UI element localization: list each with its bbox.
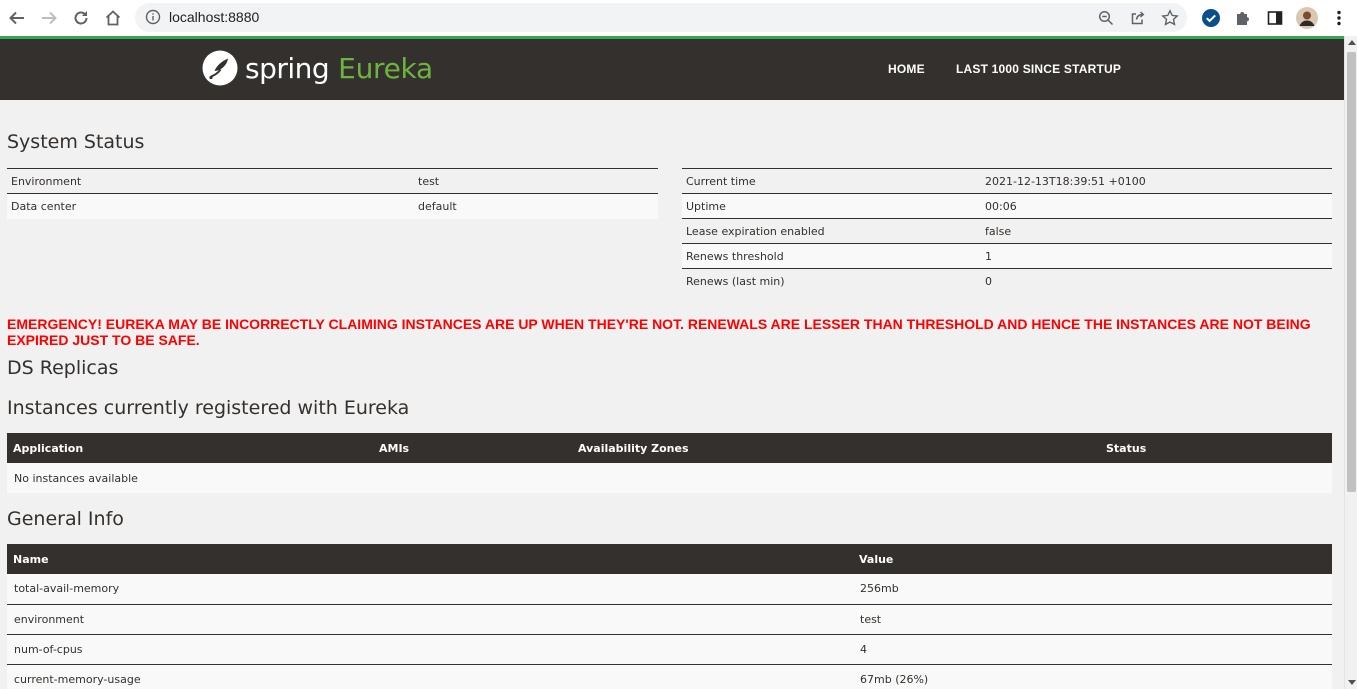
table-row: total-avail-memory 256mb bbox=[7, 574, 1332, 604]
home-icon[interactable] bbox=[101, 6, 125, 30]
general-info-table: Name Value total-avail-memory 256mb envi… bbox=[7, 544, 1332, 689]
info-value: 256mb bbox=[853, 574, 1332, 604]
info-name: total-avail-memory bbox=[7, 574, 853, 604]
avatar[interactable] bbox=[1296, 7, 1318, 29]
brand-eureka: Eureka bbox=[338, 51, 433, 85]
info-icon[interactable] bbox=[145, 9, 161, 25]
scroll-down-icon[interactable] bbox=[1348, 680, 1356, 685]
column-header: Status bbox=[1100, 433, 1332, 463]
nav-home-link[interactable]: HOME bbox=[888, 62, 925, 76]
nav-last1000-link[interactable]: LAST 1000 SINCE STARTUP bbox=[956, 62, 1121, 76]
reload-icon[interactable] bbox=[69, 6, 93, 30]
table-row: Environment test bbox=[7, 168, 658, 194]
star-icon[interactable] bbox=[1161, 9, 1179, 27]
status-value: 2021-12-13T18:39:51 +0100 bbox=[981, 168, 1332, 194]
info-value: 67mb (26%) bbox=[853, 663, 1332, 689]
status-value: default bbox=[414, 193, 658, 219]
system-status-right-table: Current time 2021-12-13T18:39:51 +0100 U… bbox=[682, 168, 1332, 294]
status-value: 0 bbox=[981, 268, 1332, 294]
info-value: test bbox=[853, 603, 1332, 634]
table-row: Uptime 00:06 bbox=[682, 193, 1332, 219]
status-label: Renews threshold bbox=[682, 243, 981, 269]
forward-icon[interactable] bbox=[37, 6, 61, 30]
ds-replicas-heading: DS Replicas bbox=[7, 357, 119, 379]
zoom-icon[interactable] bbox=[1097, 9, 1115, 27]
navbar: spring Eureka HOME LAST 1000 SINCE START… bbox=[0, 39, 1344, 100]
brand-logo[interactable]: spring Eureka bbox=[201, 48, 433, 88]
emergency-warning: EMERGENCY! EUREKA MAY BE INCORRECTLY CLA… bbox=[7, 316, 1311, 348]
table-row: num-of-cpus 4 bbox=[7, 633, 1332, 664]
table-row: environment test bbox=[7, 603, 1332, 634]
table-row: Lease expiration enabled false bbox=[682, 218, 1332, 244]
info-value: 4 bbox=[853, 633, 1332, 664]
status-label: Current time bbox=[682, 168, 981, 194]
empty-message: No instances available bbox=[7, 463, 1332, 493]
column-header: Availability Zones bbox=[572, 433, 1100, 463]
browser-toolbar: localhost:8880 bbox=[0, 0, 1357, 36]
status-label: Lease expiration enabled bbox=[682, 218, 981, 244]
table-header-row: Name Value bbox=[7, 544, 1332, 574]
share-icon[interactable] bbox=[1129, 9, 1147, 27]
status-label: Uptime bbox=[682, 193, 981, 219]
table-row: Renews (last min) 0 bbox=[682, 268, 1332, 294]
brand-spring: spring bbox=[245, 51, 330, 85]
system-status-heading: System Status bbox=[7, 131, 145, 153]
info-name: current-memory-usage bbox=[7, 663, 853, 689]
status-label: Environment bbox=[7, 168, 414, 194]
table-header-row: Application AMIs Availability Zones Stat… bbox=[7, 433, 1332, 463]
table-row: Renews threshold 1 bbox=[682, 243, 1332, 269]
table-row: Data center default bbox=[7, 193, 658, 219]
info-name: environment bbox=[7, 603, 853, 634]
table-row: Current time 2021-12-13T18:39:51 +0100 bbox=[682, 168, 1332, 194]
extension-check-icon[interactable] bbox=[1200, 7, 1222, 29]
table-row: current-memory-usage 67mb (26%) bbox=[7, 663, 1332, 689]
menu-icon[interactable] bbox=[1328, 7, 1350, 29]
status-label: Data center bbox=[7, 193, 414, 219]
sidepanel-icon[interactable] bbox=[1264, 7, 1286, 29]
status-value: false bbox=[981, 218, 1332, 244]
column-header: AMIs bbox=[373, 433, 572, 463]
column-header: Application bbox=[7, 433, 373, 463]
general-info-heading: General Info bbox=[7, 508, 124, 530]
page-scrollbar[interactable] bbox=[1344, 36, 1357, 689]
column-header: Value bbox=[853, 544, 1332, 574]
instances-table: Application AMIs Availability Zones Stat… bbox=[7, 433, 1332, 493]
url-text[interactable]: localhost:8880 bbox=[169, 9, 259, 25]
address-bar[interactable]: localhost:8880 bbox=[135, 3, 1187, 32]
status-value: 1 bbox=[981, 243, 1332, 269]
status-label: Renews (last min) bbox=[682, 268, 981, 294]
back-icon[interactable] bbox=[5, 6, 29, 30]
system-status-left-table: Environment test Data center default bbox=[7, 168, 658, 219]
status-value: 00:06 bbox=[981, 193, 1332, 219]
puzzle-icon[interactable] bbox=[1232, 7, 1254, 29]
spring-leaf-icon bbox=[202, 50, 238, 86]
scroll-up-icon[interactable] bbox=[1348, 40, 1356, 45]
scrollbar-thumb[interactable] bbox=[1347, 52, 1356, 492]
status-value: test bbox=[414, 168, 658, 194]
info-name: num-of-cpus bbox=[7, 633, 853, 664]
column-header: Name bbox=[7, 544, 853, 574]
instances-heading: Instances currently registered with Eure… bbox=[7, 397, 410, 419]
table-row: No instances available bbox=[7, 463, 1332, 493]
